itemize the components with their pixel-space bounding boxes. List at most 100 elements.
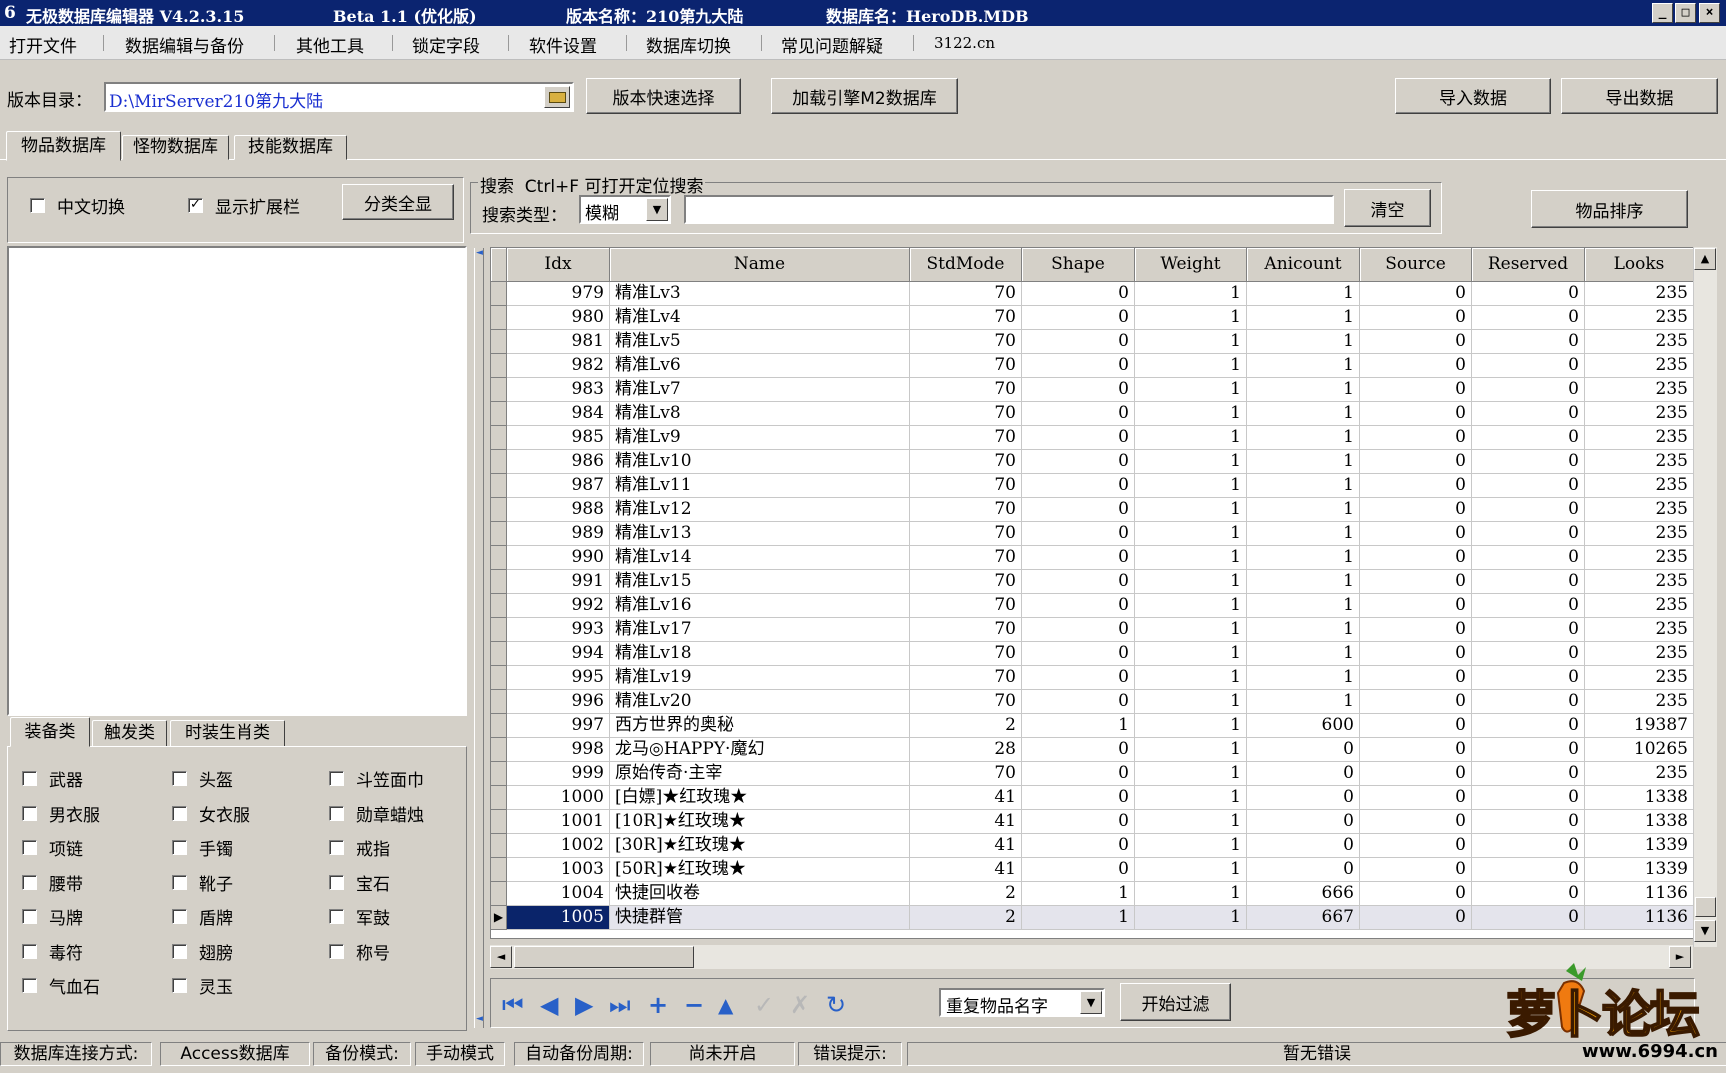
cell-name[interactable]: 精准Lv17 [610,618,910,642]
cell-anicount[interactable]: 1 [1247,618,1360,642]
checkbox-box[interactable] [22,909,37,924]
cell-source[interactable]: 0 [1360,522,1472,546]
first-record-icon[interactable]: ⏮ [502,992,524,1018]
cell-idx[interactable]: 982 [507,354,610,378]
cell-reserved[interactable]: 0 [1472,330,1585,354]
splitter[interactable]: ◄ ◄ [474,248,484,1028]
row-indicator[interactable] [491,474,507,498]
row-indicator[interactable] [491,282,507,306]
table-row[interactable]: 989 精准Lv13 70 0 1 1 0 0 235 [491,522,1694,546]
minimize-icon[interactable]: _ [1652,3,1673,23]
cell-shape[interactable]: 0 [1022,810,1135,834]
cell-name[interactable]: 精准Lv16 [610,594,910,618]
cell-looks[interactable]: 235 [1585,474,1694,498]
checkbox-box[interactable] [172,874,187,890]
cell-looks[interactable]: 235 [1585,330,1694,354]
row-indicator[interactable] [491,402,507,426]
cell-shape[interactable]: 0 [1022,330,1135,354]
cell-shape[interactable]: 0 [1022,618,1135,642]
chevron-down-icon[interactable]: ▼ [1080,991,1102,1014]
table-row[interactable]: 998 龙马◎HAPPY·魔幻 28 0 1 0 0 0 10265 [491,738,1694,762]
cell-reserved[interactable]: 0 [1472,522,1585,546]
category-checkbox[interactable]: 手镯 [172,835,233,860]
next-record-icon[interactable]: ▶ [575,992,593,1018]
cell-weight[interactable]: 1 [1135,618,1247,642]
cell-stdmode[interactable]: 70 [910,642,1022,666]
menu-db-switch[interactable]: 数据库切换 [646,32,731,57]
cell-source[interactable]: 0 [1360,594,1472,618]
cell-looks[interactable]: 235 [1585,618,1694,642]
cell-shape[interactable]: 0 [1022,354,1135,378]
cell-stdmode[interactable]: 2 [910,882,1022,906]
cell-name[interactable]: [白嫖]★红玫瑰★ [610,786,910,810]
cell-looks[interactable]: 235 [1585,666,1694,690]
cell-shape[interactable]: 0 [1022,474,1135,498]
cell-reserved[interactable]: 0 [1472,834,1585,858]
cell-shape[interactable]: 0 [1022,738,1135,762]
row-indicator[interactable] [491,834,507,858]
cell-looks[interactable]: 1136 [1585,906,1694,930]
cell-weight[interactable]: 1 [1135,378,1247,402]
chevron-down-icon[interactable]: ▼ [646,198,668,221]
row-indicator[interactable] [491,642,507,666]
checkbox-box[interactable] [22,874,37,890]
column-header[interactable]: Reserved [1472,248,1585,282]
cell-idx[interactable]: 999 [507,762,610,786]
cell-shape[interactable]: 0 [1022,522,1135,546]
checkbox-box[interactable] [329,771,344,786]
category-checkbox[interactable]: 武器 [22,766,83,791]
edit-record-icon[interactable]: ▲ [718,992,733,1018]
cell-looks[interactable]: 10265 [1585,738,1694,762]
cell-idx[interactable]: 983 [507,378,610,402]
cell-looks[interactable]: 235 [1585,594,1694,618]
table-row[interactable]: 993 精准Lv17 70 0 1 1 0 0 235 [491,618,1694,642]
cell-idx[interactable]: 985 [507,426,610,450]
item-grid[interactable]: Idx Name StdMode Shape Weight Anicount Source R… [490,247,1695,939]
cell-stdmode[interactable]: 41 [910,786,1022,810]
category-checkbox[interactable]: 戒指 [329,835,390,860]
cell-name[interactable]: 精准Lv7 [610,378,910,402]
cell-shape[interactable]: 0 [1022,498,1135,522]
cell-idx[interactable]: 995 [507,666,610,690]
category-checkbox[interactable]: 气血石 [22,973,100,998]
cell-idx[interactable]: 1002 [507,834,610,858]
cell-weight[interactable]: 1 [1135,762,1247,786]
cell-looks[interactable]: 235 [1585,378,1694,402]
cell-anicount[interactable]: 1 [1247,354,1360,378]
cell-reserved[interactable]: 0 [1472,282,1585,306]
scroll-left-icon[interactable]: ◄ [490,946,512,968]
table-row[interactable]: 1001 [10R]★红玫瑰★ 41 0 1 0 0 0 1338 [491,810,1694,834]
menu-settings[interactable]: 软件设置 [529,32,597,57]
cell-shape[interactable]: 1 [1022,906,1135,930]
cell-anicount[interactable]: 1 [1247,426,1360,450]
cell-shape[interactable]: 0 [1022,642,1135,666]
checkbox-box[interactable] [172,771,187,786]
cell-looks[interactable]: 1338 [1585,786,1694,810]
cell-anicount[interactable]: 0 [1247,762,1360,786]
table-row[interactable]: 999 原始传奇·主宰 70 0 1 0 0 0 235 [491,762,1694,786]
cell-shape[interactable]: 0 [1022,666,1135,690]
cell-source[interactable]: 0 [1360,714,1472,738]
cell-looks[interactable]: 235 [1585,450,1694,474]
cell-name[interactable]: 精准Lv14 [610,546,910,570]
cell-name[interactable]: 精准Lv8 [610,402,910,426]
cell-idx[interactable]: 987 [507,474,610,498]
cell-anicount[interactable]: 1 [1247,474,1360,498]
cell-weight[interactable]: 1 [1135,714,1247,738]
column-header[interactable]: Idx [507,248,610,282]
cell-name[interactable]: 精准Lv4 [610,306,910,330]
cell-anicount[interactable]: 1 [1247,402,1360,426]
cell-weight[interactable]: 1 [1135,402,1247,426]
column-header[interactable]: Name [610,248,910,282]
cell-weight[interactable]: 1 [1135,330,1247,354]
cell-stdmode[interactable]: 28 [910,738,1022,762]
cell-shape[interactable]: 0 [1022,834,1135,858]
cell-looks[interactable]: 235 [1585,522,1694,546]
cell-source[interactable]: 0 [1360,618,1472,642]
cell-looks[interactable]: 235 [1585,402,1694,426]
cell-reserved[interactable]: 0 [1472,882,1585,906]
cell-stdmode[interactable]: 70 [910,498,1022,522]
cell-stdmode[interactable]: 70 [910,618,1022,642]
cell-shape[interactable]: 0 [1022,786,1135,810]
category-checkbox[interactable]: 盾牌 [172,904,233,929]
